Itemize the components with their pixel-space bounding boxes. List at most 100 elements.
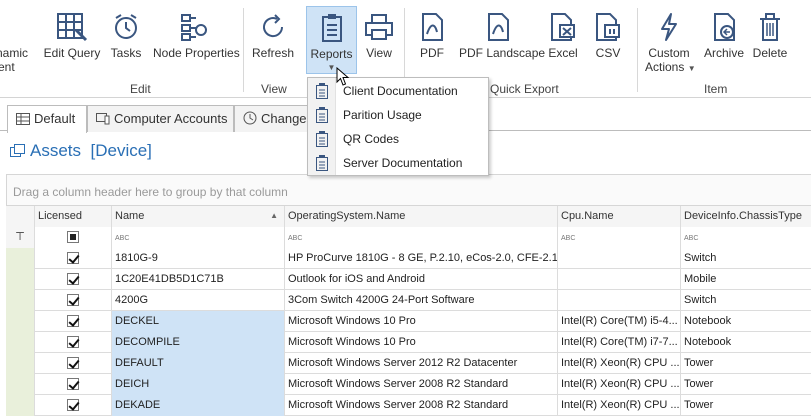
- licensed-checkbox[interactable]: [67, 399, 79, 412]
- edit-query-button[interactable]: Edit Query: [43, 6, 101, 76]
- name-cell[interactable]: DECOMPILE: [112, 332, 285, 353]
- os-cell[interactable]: Microsoft Windows 10 Pro: [285, 311, 558, 332]
- table-row[interactable]: 1810G-9 HP ProCurve 1810G - 8 GE, P.2.10,…: [6, 248, 811, 269]
- chassis-cell[interactable]: Switch: [681, 290, 811, 311]
- column-header-os[interactable]: OperatingSystem.Name: [285, 206, 558, 227]
- column-header-licensed[interactable]: Licensed: [35, 206, 112, 227]
- excel-button[interactable]: Excel: [546, 6, 580, 76]
- licensed-cell[interactable]: [35, 311, 112, 332]
- row-indicator[interactable]: [6, 269, 35, 290]
- tab-default[interactable]: Default: [7, 105, 87, 133]
- cpu-cell[interactable]: [558, 248, 681, 269]
- cpu-cell[interactable]: Intel(R) Xeon(R) CPU ...: [558, 395, 681, 416]
- licensed-cell[interactable]: [35, 353, 112, 374]
- mouse-cursor-icon: [336, 66, 350, 90]
- menu-item-partition-usage[interactable]: Parition Usage: [308, 103, 488, 127]
- row-indicator[interactable]: [6, 374, 35, 395]
- licensed-checkbox[interactable]: [67, 252, 79, 265]
- menu-item-qr-codes[interactable]: QR Codes: [308, 127, 488, 151]
- name-cell[interactable]: 1C20E41DB5D1C71B: [112, 269, 285, 290]
- filter-checkbox[interactable]: [67, 231, 79, 244]
- licensed-cell[interactable]: [35, 332, 112, 353]
- name-cell[interactable]: DECKEL: [112, 311, 285, 332]
- os-cell[interactable]: Microsoft Windows Server 2008 R2 Standar…: [285, 374, 558, 395]
- archive-button[interactable]: Archive: [703, 6, 745, 76]
- chassis-cell[interactable]: Tower: [681, 353, 811, 374]
- os-cell[interactable]: Microsoft Windows Server 2012 R2 Datacen…: [285, 353, 558, 374]
- os-cell[interactable]: Microsoft Windows Server 2008 R2 Standar…: [285, 395, 558, 416]
- column-header-chassis[interactable]: DeviceInfo.ChassisType: [681, 206, 811, 227]
- cpu-cell[interactable]: [558, 290, 681, 311]
- windows-icon: [10, 143, 26, 163]
- name-cell[interactable]: 1810G-9: [112, 248, 285, 269]
- filter-licensed[interactable]: [35, 227, 112, 248]
- custom-actions-button[interactable]: Custom Actions ▼: [645, 6, 696, 76]
- row-indicator[interactable]: [6, 290, 35, 311]
- pdf-button[interactable]: PDF: [415, 6, 449, 76]
- licensed-checkbox[interactable]: [67, 315, 79, 328]
- view-button[interactable]: View: [360, 6, 398, 76]
- cpu-cell[interactable]: Intel(R) Core(TM) i5-4...: [558, 311, 681, 332]
- alarm-clock-icon: [108, 6, 144, 46]
- licensed-checkbox[interactable]: [67, 357, 79, 370]
- os-cell[interactable]: HP ProCurve 1810G - 8 GE, P.2.10, eCos-2…: [285, 248, 558, 269]
- name-cell[interactable]: DEICH: [112, 374, 285, 395]
- table-row[interactable]: 4200G 3Com Switch 4200G 24-Port Software S…: [6, 290, 811, 311]
- column-header-cpu[interactable]: Cpu.Name: [558, 206, 681, 227]
- group-by-panel[interactable]: Drag a column header here to group by th…: [6, 174, 811, 206]
- filter-os[interactable]: ABC: [285, 227, 558, 248]
- name-cell[interactable]: DEFAULT: [112, 353, 285, 374]
- row-indicator[interactable]: [6, 311, 35, 332]
- row-indicator[interactable]: [6, 353, 35, 374]
- row-indicator[interactable]: [6, 248, 35, 269]
- dynamic-button[interactable]: + namic ent: [0, 6, 32, 76]
- licensed-cell[interactable]: [35, 290, 112, 311]
- table-row[interactable]: DEKADE Microsoft Windows Server 2008 R2 S…: [6, 395, 811, 416]
- chassis-cell[interactable]: Notebook: [681, 332, 811, 353]
- licensed-cell[interactable]: [35, 248, 112, 269]
- table-row[interactable]: DEICH Microsoft Windows Server 2008 R2 St…: [6, 374, 811, 395]
- licensed-checkbox[interactable]: [67, 378, 79, 391]
- cpu-cell[interactable]: Intel(R) Xeon(R) CPU ...: [558, 353, 681, 374]
- column-header-name[interactable]: Name ▲: [112, 206, 285, 227]
- table-row[interactable]: DEFAULT Microsoft Windows Server 2012 R2 …: [6, 353, 811, 374]
- node-properties-button[interactable]: Node Properties: [153, 6, 240, 76]
- licensed-cell[interactable]: [35, 269, 112, 290]
- table-row[interactable]: DECKEL Microsoft Windows 10 Pro Intel(R) C…: [6, 311, 811, 332]
- os-cell[interactable]: 3Com Switch 4200G 24-Port Software: [285, 290, 558, 311]
- chassis-cell[interactable]: Notebook: [681, 311, 811, 332]
- row-indicator[interactable]: [6, 395, 35, 416]
- name-cell[interactable]: 4200G: [112, 290, 285, 311]
- licensed-cell[interactable]: [35, 374, 112, 395]
- cpu-cell[interactable]: [558, 269, 681, 290]
- reports-button[interactable]: Reports ▼: [306, 6, 357, 74]
- chassis-cell[interactable]: Tower: [681, 374, 811, 395]
- filter-name[interactable]: ABC: [112, 227, 285, 248]
- reports-menu: Client Documentation Parition Usage QR C…: [307, 77, 489, 176]
- licensed-checkbox[interactable]: [67, 294, 79, 307]
- table-row[interactable]: DECOMPILE Microsoft Windows 10 Pro Intel(R…: [6, 332, 811, 353]
- cpu-cell[interactable]: Intel(R) Xeon(R) CPU ...: [558, 374, 681, 395]
- filter-cpu[interactable]: ABC: [558, 227, 681, 248]
- os-cell[interactable]: Microsoft Windows 10 Pro: [285, 332, 558, 353]
- table-row[interactable]: 1C20E41DB5D1C71B Outlook for iOS and Andr…: [6, 269, 811, 290]
- refresh-button[interactable]: Refresh: [251, 6, 295, 76]
- chassis-cell[interactable]: Switch: [681, 248, 811, 269]
- os-cell[interactable]: Outlook for iOS and Android: [285, 269, 558, 290]
- licensed-checkbox[interactable]: [67, 273, 79, 286]
- delete-button[interactable]: Delete: [751, 6, 789, 76]
- name-cell[interactable]: DEKADE: [112, 395, 285, 416]
- menu-item-client-documentation[interactable]: Client Documentation: [308, 79, 488, 103]
- tab-computer-accounts[interactable]: Computer Accounts: [87, 105, 234, 132]
- chassis-cell[interactable]: Tower: [681, 395, 811, 416]
- csv-button[interactable]: CSV: [592, 6, 624, 76]
- licensed-checkbox[interactable]: [67, 336, 79, 349]
- pdf-landscape-button[interactable]: PDF Landscape: [459, 6, 545, 76]
- licensed-cell[interactable]: [35, 395, 112, 416]
- tasks-button[interactable]: Tasks: [108, 6, 144, 76]
- cpu-cell[interactable]: Intel(R) Core(TM) i7-7...: [558, 332, 681, 353]
- menu-item-server-documentation[interactable]: Server Documentation: [308, 151, 488, 175]
- row-indicator[interactable]: [6, 332, 35, 353]
- chassis-cell[interactable]: Mobile: [681, 269, 811, 290]
- filter-chassis[interactable]: ABC: [681, 227, 811, 248]
